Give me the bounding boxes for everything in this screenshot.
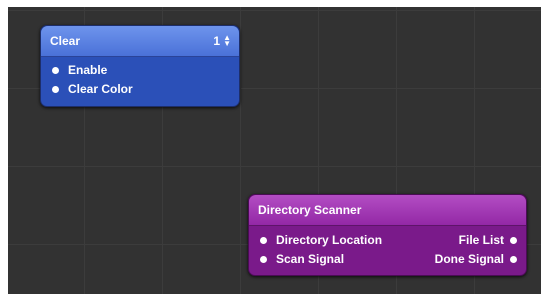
directory-scanner-title: Directory Scanner <box>258 203 362 217</box>
input-port-scan-signal: Scan Signal <box>276 252 345 266</box>
index-value: 1 <box>213 34 221 48</box>
output-port-dot-icon[interactable] <box>510 256 517 263</box>
index-stepper[interactable]: 1 ▲ ▼ <box>213 26 231 56</box>
port-row-2: Scan Signal Done Signal <box>249 250 526 269</box>
port-row-1: Directory Location File List <box>249 231 526 250</box>
input-port-dot-icon[interactable] <box>52 86 59 93</box>
output-port-file-list: File List <box>458 233 504 247</box>
input-port-dot-icon[interactable] <box>52 67 59 74</box>
port-label: Clear Color <box>68 82 133 96</box>
input-port-dot-icon[interactable] <box>260 256 267 263</box>
directory-scanner-title-bar[interactable]: Directory Scanner <box>249 195 526 226</box>
directory-scanner-patch[interactable]: Directory Scanner Directory Location Fil… <box>248 194 527 276</box>
input-port-dot-icon[interactable] <box>260 237 267 244</box>
input-port-clear-color[interactable]: Clear Color <box>41 80 239 99</box>
up-down-stepper-icon[interactable]: ▲ ▼ <box>223 33 231 47</box>
clear-patch-title: Clear <box>50 34 81 48</box>
input-port-directory-location: Directory Location <box>276 233 383 247</box>
clear-patch-title-bar[interactable]: Clear 1 ▲ ▼ <box>41 26 239 57</box>
output-port-done-signal: Done Signal <box>434 252 504 266</box>
directory-scanner-ports: Directory Location File List Scan Signal… <box>249 226 526 269</box>
clear-patch[interactable]: Clear 1 ▲ ▼ Enable Clear Color <box>40 25 240 107</box>
port-label: Enable <box>68 63 108 77</box>
editor-canvas[interactable]: Clear 1 ▲ ▼ Enable Clear Color Directory S… <box>8 7 541 294</box>
input-port-enable[interactable]: Enable <box>41 61 239 80</box>
clear-ports: Enable Clear Color <box>41 57 239 99</box>
output-port-dot-icon[interactable] <box>510 237 517 244</box>
